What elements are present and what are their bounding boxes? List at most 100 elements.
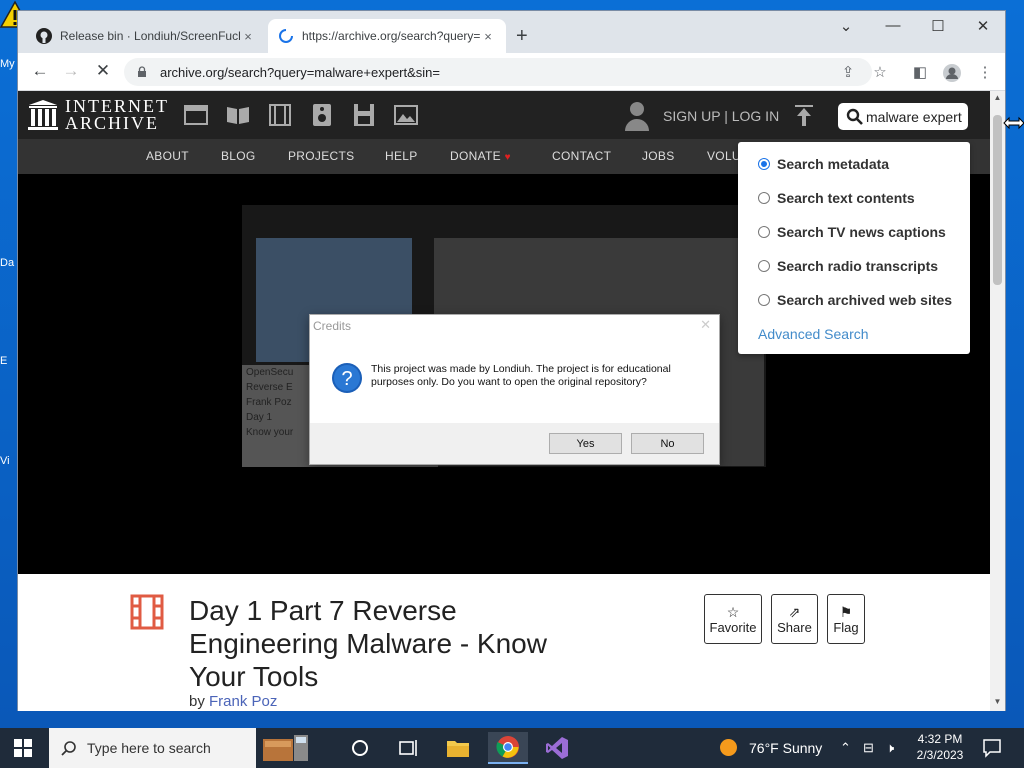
nav-blog[interactable]: BLOG [221,149,256,163]
nav-contact[interactable]: CONTACT [552,149,611,163]
side-panel-icon[interactable]: ◧ [910,63,930,83]
page-scrollbar[interactable]: ▲ ▼ [990,91,1005,711]
resize-cursor-icon [1003,116,1024,130]
chevron-up-icon[interactable]: ⌃ [840,740,851,756]
no-button[interactable]: No [631,433,704,454]
search-option-text[interactable]: Search text contents [758,190,915,206]
minimize-button[interactable]: — [878,17,908,34]
dialog-close-icon[interactable]: ✕ [700,317,711,333]
clock-time: 4:32 PM [917,732,963,746]
forward-button[interactable]: → [60,61,82,81]
search-icon [846,108,863,125]
search-value: malware expert [866,108,962,125]
radio-icon[interactable] [758,294,770,306]
radio-icon[interactable] [758,260,770,272]
tab-archive-search[interactable]: https://archive.org/search?query= × [268,19,506,53]
software-icon[interactable] [352,104,376,126]
internet-archive-logo-icon[interactable] [28,99,58,131]
weather-widget[interactable]: 76°F Sunny [720,739,822,756]
address-bar[interactable]: archive.org/search?query=malware+expert&… [124,58,872,86]
scroll-up-icon[interactable]: ▲ [990,93,1005,102]
heart-icon: ♥ [504,152,511,163]
share-label: Share [777,619,812,635]
option-label: Search radio transcripts [777,258,939,274]
nav-help[interactable]: HELP [385,149,418,163]
svg-text:?: ? [341,368,352,390]
volume-icon[interactable]: 🕨 [886,740,894,756]
option-label: Search archived web sites [777,292,953,308]
desktop-icon-label[interactable]: E [0,355,18,367]
nav-projects[interactable]: PROJECTS [288,149,354,163]
radio-selected-icon[interactable] [758,158,770,170]
taskbar-search-input[interactable]: Type here to search [49,728,256,768]
share-icon: ⇗ [788,603,801,620]
dialog-footer: Yes No [310,423,719,464]
url-text: archive.org/search?query=malware+expert&… [160,64,441,80]
chrome-app-icon[interactable] [488,732,528,764]
cortana-icon[interactable] [340,732,380,764]
flag-icon: ⚑ [839,603,853,620]
loading-spinner-icon [279,29,293,43]
network-icon[interactable]: ⊟ [863,740,874,756]
menu-kebab-icon[interactable]: ⋮ [975,63,995,83]
scroll-down-icon[interactable]: ▼ [990,697,1005,706]
task-view-icon[interactable] [388,732,428,764]
share-button[interactable]: ⇗ Share [771,594,818,644]
item-details: Day 1 Part 7 Reverse Engineering Malware… [18,574,990,711]
user-avatar-icon[interactable] [624,101,650,131]
film-icon [130,594,164,630]
nav-about[interactable]: ABOUT [146,149,189,163]
advanced-search-link[interactable]: Advanced Search [758,326,869,342]
question-icon: ? [332,363,362,393]
profile-avatar-icon[interactable] [942,63,962,83]
new-tab-button[interactable]: + [516,25,528,48]
taskbar-search-placeholder: Type here to search [87,740,211,756]
audio-icon[interactable] [310,104,334,126]
search-input[interactable]: malware expert [838,103,968,130]
system-clock[interactable]: 4:32 PM 2/3/2023 [912,731,968,763]
web-icon[interactable] [184,104,208,126]
file-cabinet-app-icon[interactable] [262,732,310,764]
nav-jobs[interactable]: JOBS [642,149,675,163]
nav-donate[interactable]: DONATE ♥ [450,149,511,163]
share-page-icon[interactable]: ⇪ [838,63,858,83]
windows-start-icon[interactable] [14,739,32,757]
scrollbar-thumb[interactable] [993,115,1002,285]
radio-icon[interactable] [758,226,770,238]
tab-search-chevron-icon[interactable]: ⌄ [831,17,861,35]
favorite-button[interactable]: ☆ Favorite [704,594,762,644]
clock-date: 2/3/2023 [916,748,964,762]
yes-button[interactable]: Yes [549,433,622,454]
author-link[interactable]: Frank Poz [209,693,277,710]
texts-icon[interactable] [226,104,250,126]
tab-close-icon[interactable]: × [480,29,496,44]
file-explorer-icon[interactable] [438,732,478,764]
option-label: Search metadata [777,156,890,172]
stop-loading-button[interactable]: ✕ [92,61,114,81]
images-icon[interactable] [394,104,418,126]
signup-login-link[interactable]: SIGN UP | LOG IN [663,108,779,124]
bookmark-star-icon[interactable]: ☆ [870,63,890,83]
lock-icon [138,66,146,77]
desktop-icon-label[interactable]: Vi [0,455,18,467]
nav-volunteer[interactable]: VOLU [707,149,741,163]
maximize-button[interactable]: ☐ [923,17,953,35]
flag-button[interactable]: ⚑ Flag [827,594,865,644]
video-icon[interactable] [268,104,292,126]
close-window-button[interactable]: ✕ [968,17,998,35]
radio-icon[interactable] [758,192,770,204]
ia-logo-text[interactable]: INTERNET ARCHIVE [65,97,169,132]
tab-close-icon[interactable]: × [240,29,256,44]
search-option-web[interactable]: Search archived web sites [758,292,952,308]
search-options-dropdown: Search metadata Search text contents Sea… [738,142,970,354]
notification-icon[interactable] [982,738,1002,758]
upload-icon[interactable] [794,105,814,127]
search-option-tv[interactable]: Search TV news captions [758,224,946,240]
back-button[interactable]: ← [29,61,51,81]
tab-github-release[interactable]: Release bin · Londiuh/ScreenFuck × [26,19,266,53]
search-option-radio[interactable]: Search radio transcripts [758,258,938,274]
desktop-icon-label[interactable]: Da [0,257,18,269]
search-option-metadata[interactable]: Search metadata [758,156,889,172]
desktop-icon-label[interactable]: My [0,58,18,70]
visual-studio-icon[interactable] [537,732,577,764]
